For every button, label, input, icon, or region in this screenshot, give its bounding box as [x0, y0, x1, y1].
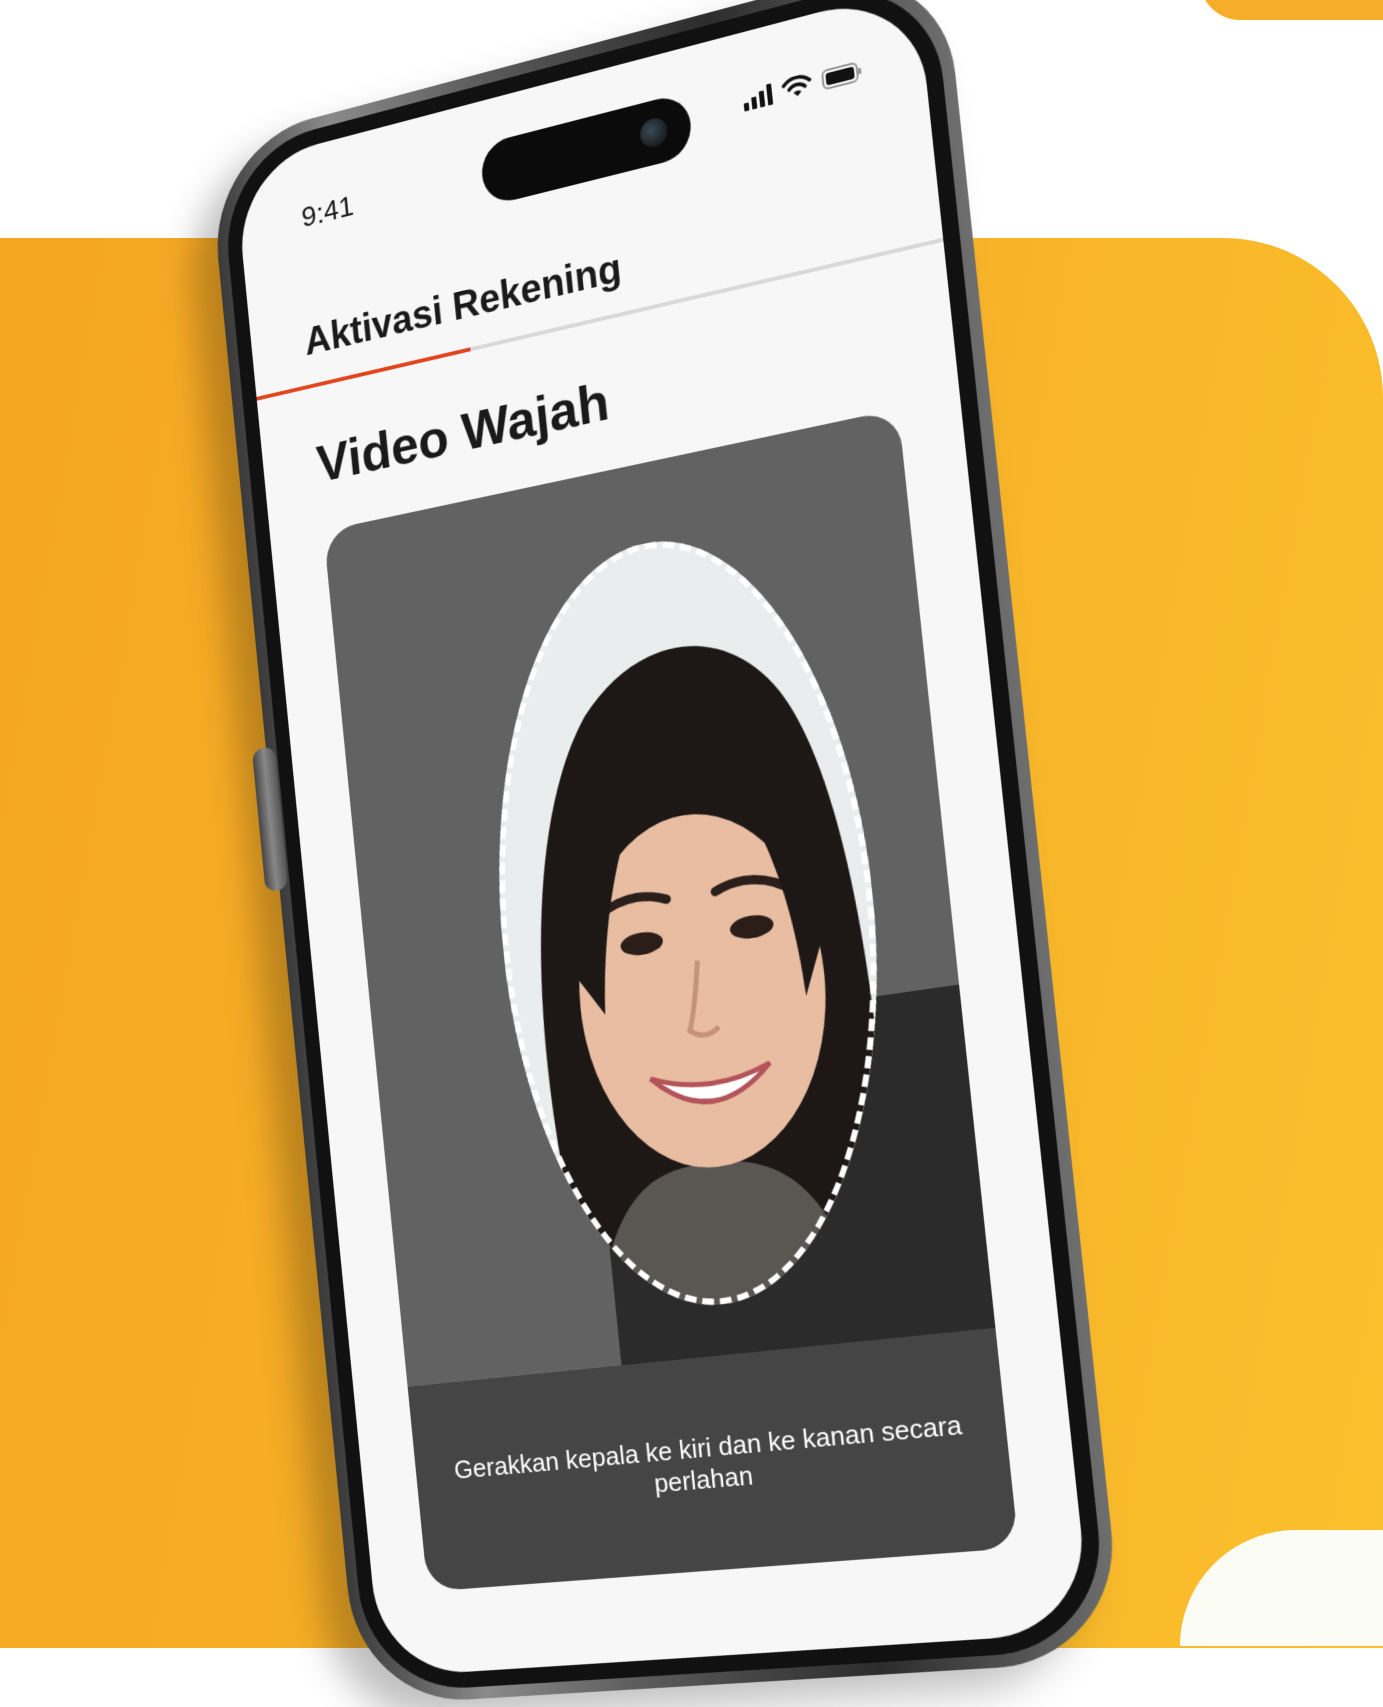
- dynamic-island: [479, 91, 694, 207]
- signal-icon: [742, 82, 774, 112]
- camera-preview: Gerakkan kepala ke kiri dan ke kanan sec…: [323, 408, 1019, 1592]
- page-title: Aktivasi Rekening: [302, 246, 624, 364]
- status-icons: [742, 59, 864, 112]
- background-accent-shape: [1200, 0, 1383, 20]
- instruction-text: Gerakkan kepala ke kiri dan ke kanan sec…: [452, 1409, 964, 1499]
- section-title: Video Wajah: [314, 371, 612, 494]
- battery-icon: [821, 59, 864, 91]
- front-camera-icon: [638, 115, 669, 150]
- status-time: 9:41: [300, 189, 356, 235]
- instruction-banner: Gerakkan kepala ke kiri dan ke kanan sec…: [407, 1327, 1019, 1592]
- wifi-icon: [781, 72, 813, 102]
